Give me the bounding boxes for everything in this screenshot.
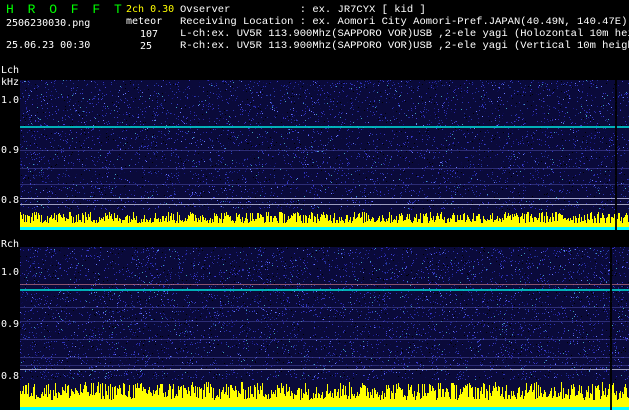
location-line: Receiving Location : ex. Aomori City Aom… xyxy=(180,16,628,28)
app-title: H R O F F T xyxy=(6,2,125,17)
lch-config-line: L-ch:ex. UV5R 113.900Mhz(SAPPORO VOR)USB… xyxy=(180,28,629,40)
rch-label: Rch xyxy=(1,239,20,250)
rch-y-label: 0.9 xyxy=(1,319,20,330)
observer-line: Ovserver : ex. JR7CYX [ kid ] xyxy=(180,4,426,16)
lch-label: Lch xyxy=(1,65,20,76)
lch-y-label: 0.9 xyxy=(1,145,20,156)
rch-spectrogram-canvas xyxy=(20,247,629,410)
lch-y-label: 0.8 xyxy=(1,195,20,206)
rch-y-label: 0.8 xyxy=(1,371,20,382)
lch-meteor-count: 107 xyxy=(140,29,159,40)
lch-y-label: 1.0 xyxy=(1,95,20,106)
lch-spectrogram xyxy=(20,80,629,230)
panel-separator xyxy=(0,230,629,247)
datetime-text: 25.06.23 00:30 xyxy=(6,40,91,51)
filename-text: 2506230030.png xyxy=(6,18,91,29)
rch-config-line: R-ch:ex. UV5R 113.900Mhz(SAPPORO VOR)USB… xyxy=(180,40,629,52)
lch-unit-label: kHz xyxy=(1,77,20,88)
rch-meteor-count: 25 xyxy=(140,41,153,52)
lch-spectrogram-canvas xyxy=(20,80,629,230)
channel-text: 2ch 0.30 xyxy=(126,4,175,15)
rch-spectrogram xyxy=(20,247,629,410)
meteor-label: meteor xyxy=(126,16,163,27)
rch-y-label: 1.0 xyxy=(1,267,20,278)
